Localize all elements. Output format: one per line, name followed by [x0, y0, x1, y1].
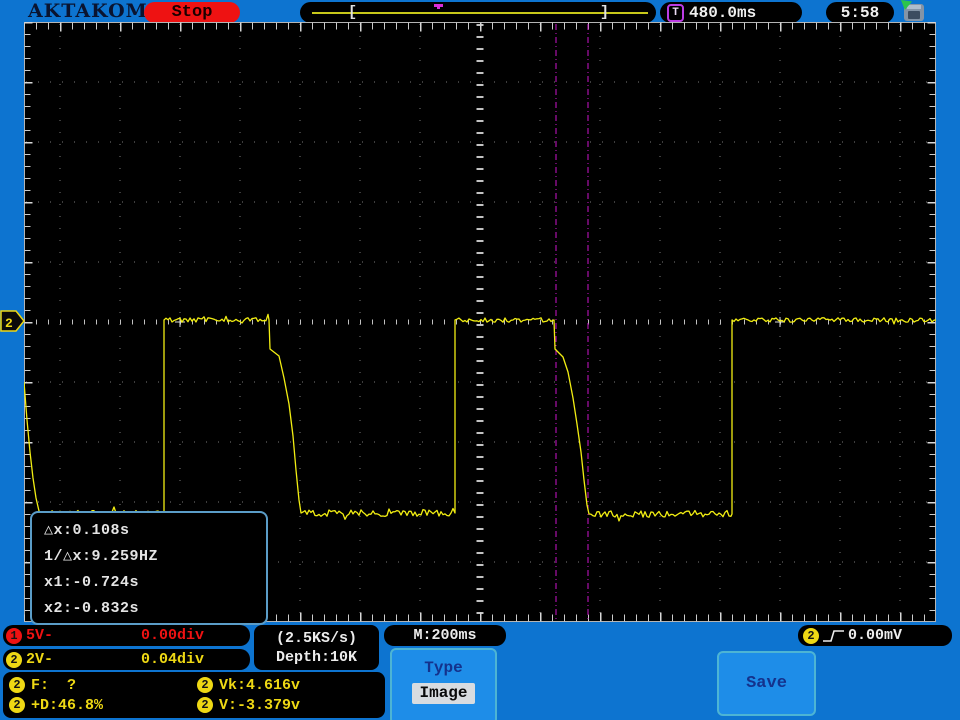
trigger-offset-badge: T 480.0ms [660, 2, 802, 23]
measurement-channel-badge: 2 [9, 677, 25, 693]
buffer-position-indicator: [ ] [300, 2, 656, 23]
cursor-x2-value: x2:-0.832s [44, 600, 140, 617]
type-label: Type [424, 659, 463, 677]
measurement-channel-badge: 2 [197, 697, 213, 713]
sample-rate-value: (2.5KS/s) [275, 629, 357, 647]
channel1-scale-value: 5V- [26, 627, 54, 644]
channel1-position-value: 0.00div [140, 627, 204, 644]
channel1-badge: 1 [6, 627, 22, 644]
trigger-channel-badge: 2 [803, 627, 819, 644]
measurement-v-value: V:-3.379v [219, 696, 301, 714]
measurement-panel: 2 F: ? 2 Vk:4.616v 2 +D:46.8% 2 V:-3.379… [3, 672, 385, 718]
measurement-vk-value: Vk:4.616v [219, 676, 301, 694]
channel2-marker-label: 2 [5, 316, 13, 331]
trigger-position-icon [434, 4, 443, 9]
trigger-level-value: 0.00mV [848, 627, 903, 644]
channel2-position-value: 0.04div [140, 651, 204, 668]
oscilloscope-screen: AKTAKOM Stop [ ] T 480.0ms 5:58 2 △x:0.1… [0, 0, 960, 720]
cursor-dx-value: △x:0.108s [44, 522, 130, 539]
cursor-x1-value: x1:-0.724s [44, 574, 140, 591]
buffer-window-right-bracket: ] [600, 4, 610, 21]
type-value: Image [412, 683, 475, 704]
buffer-window-left-bracket: [ [348, 4, 358, 21]
memory-depth-value: Depth:10K [275, 648, 357, 666]
trigger-offset-value: 480.0ms [689, 3, 757, 22]
cursor-readout-box: △x:0.108s 1/△x:9.259HZ x1:-0.724s x2:-0.… [30, 511, 268, 625]
rising-edge-icon [823, 629, 844, 642]
channel2-badge: 2 [6, 651, 22, 668]
measurement-v: 2 V:-3.379v [197, 697, 385, 714]
channel2-scale-value: 2V- [26, 651, 54, 668]
trigger-level-badge: 2 0.00mV [798, 625, 952, 646]
run-state-indicator[interactable]: Stop [144, 2, 240, 23]
trigger-icon: T [667, 3, 684, 22]
measurement-duty: 2 +D:46.8% [9, 697, 197, 714]
measurement-duty-value: +D:46.8% [31, 696, 104, 714]
measurement-vk: 2 Vk:4.616v [197, 677, 385, 694]
clock-badge: 5:58 [826, 2, 894, 23]
channel1-status: 1 5V- 0.00div [3, 625, 250, 646]
type-button[interactable]: Type Image [390, 648, 497, 720]
channel2-reference-marker: 2 [0, 310, 25, 332]
brand-logo: AKTAKOM [28, 0, 148, 22]
timebase-badge: M:200ms [384, 625, 506, 646]
channel2-status: 2 2V- 0.04div [3, 649, 250, 670]
acquisition-status: (2.5KS/s) Depth:10K [254, 625, 379, 670]
measurement-frequency-value: F: ? [31, 676, 77, 694]
measurement-channel-badge: 2 [9, 697, 25, 713]
cursor-freq-value: 1/△x:9.259HZ [44, 548, 159, 565]
buffer-line [312, 12, 648, 14]
measurement-frequency: 2 F: ? [9, 677, 197, 694]
measurement-channel-badge: 2 [197, 677, 213, 693]
storage-icon [901, 0, 924, 21]
save-button[interactable]: Save [717, 651, 816, 716]
